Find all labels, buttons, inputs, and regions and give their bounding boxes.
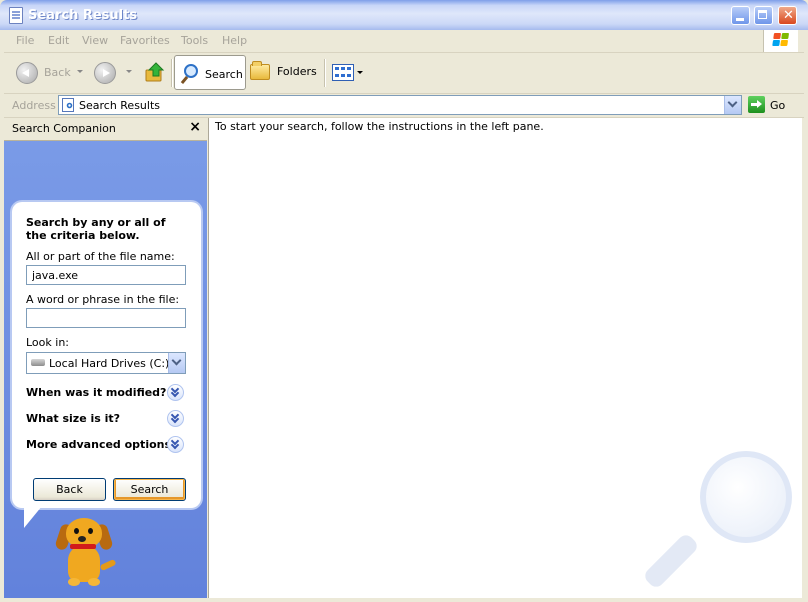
close-icon: ✕ [783, 8, 794, 23]
lookin-dropdown-button[interactable] [168, 353, 185, 373]
search-submit-button[interactable]: Search [113, 478, 186, 501]
option-when-modified[interactable]: When was it modified? [26, 384, 186, 402]
address-bar: Address Search Results Go [4, 94, 804, 118]
folders-button-label[interactable]: Folders [277, 65, 317, 78]
magnifier-watermark-icon [700, 451, 792, 543]
results-instructions: To start your search, follow the instruc… [215, 120, 544, 133]
option-advanced[interactable]: More advanced options [26, 436, 186, 454]
toolbar-separator [324, 59, 326, 87]
search-companion-pane: Search Companion × Search by any or all … [4, 118, 207, 598]
menu-file[interactable]: File [16, 34, 34, 47]
maximize-button[interactable] [754, 6, 773, 25]
folder-icon[interactable] [250, 61, 270, 80]
standard-toolbar: Back Search Folders [4, 53, 804, 94]
go-button-label[interactable]: Go [770, 99, 785, 112]
address-field[interactable]: Search Results [58, 95, 742, 115]
search-criteria-bubble: Search by any or all of the criteria bel… [12, 202, 201, 508]
option-label: What size is it? [26, 412, 121, 425]
bubble-tail [24, 506, 42, 528]
views-icon[interactable] [332, 64, 354, 81]
lookin-value: Local Hard Drives (C:) [49, 357, 170, 370]
search-button-label: Search [205, 68, 243, 81]
menu-edit[interactable]: Edit [48, 34, 69, 47]
chevron-down-icon[interactable] [167, 436, 184, 453]
search-intro-text: Search by any or all of the criteria bel… [26, 216, 166, 242]
menu-bar: File Edit View Favorites Tools Help [4, 30, 804, 53]
address-label: Address [12, 99, 56, 112]
lookin-select[interactable]: Local Hard Drives (C:) [26, 352, 186, 374]
windows-flag-icon [772, 33, 790, 48]
filename-label: All or part of the file name: [26, 250, 175, 263]
option-what-size[interactable]: What size is it? [26, 410, 186, 428]
chevron-down-icon[interactable] [167, 384, 184, 401]
phrase-label: A word or phrase in the file: [26, 293, 180, 306]
phrase-input[interactable] [26, 308, 186, 328]
chevron-down-icon[interactable] [167, 410, 184, 427]
back-button[interactable]: Back [33, 478, 106, 501]
results-pane: To start your search, follow the instruc… [208, 118, 802, 598]
minimize-icon [736, 18, 744, 21]
hard-drive-icon [31, 359, 45, 366]
back-arrow-icon[interactable] [16, 62, 38, 84]
search-results-page-icon [62, 98, 74, 112]
menu-favorites[interactable]: Favorites [120, 34, 170, 47]
windows-logo [763, 30, 798, 52]
toolbar-separator [171, 59, 173, 87]
search-dog-icon[interactable] [52, 518, 122, 592]
menu-tools[interactable]: Tools [181, 34, 208, 47]
search-companion-title: Search Companion [12, 122, 116, 135]
title-bar[interactable]: Search Results ✕ [0, 0, 808, 30]
views-dropdown[interactable] [357, 71, 363, 74]
forward-arrow-icon[interactable] [94, 62, 116, 84]
close-window-button[interactable]: ✕ [778, 6, 797, 25]
window-title: Search Results [28, 8, 138, 23]
close-pane-icon[interactable]: × [189, 119, 201, 135]
option-label: When was it modified? [26, 386, 167, 399]
menu-help[interactable]: Help [222, 34, 247, 47]
back-history-dropdown[interactable] [77, 70, 83, 73]
forward-history-dropdown[interactable] [126, 70, 132, 73]
menu-view[interactable]: View [82, 34, 108, 47]
magnifier-handle [180, 75, 189, 85]
maximize-icon [758, 10, 767, 19]
search-results-window-icon [9, 7, 23, 24]
minimize-button[interactable] [731, 6, 750, 25]
filename-input[interactable] [26, 265, 186, 285]
folder-up-icon[interactable] [144, 61, 166, 83]
address-dropdown-button[interactable] [724, 96, 741, 114]
search-button[interactable]: Search [174, 55, 246, 90]
address-value: Search Results [79, 99, 161, 112]
lookin-label: Look in: [26, 336, 69, 349]
window-bottom-edge [0, 598, 808, 602]
option-label: More advanced options [26, 438, 172, 451]
back-label[interactable]: Back [44, 66, 71, 79]
magnifier-watermark-handle [642, 532, 700, 590]
go-arrow-icon[interactable] [748, 96, 765, 113]
search-companion-header: Search Companion × [4, 118, 207, 141]
